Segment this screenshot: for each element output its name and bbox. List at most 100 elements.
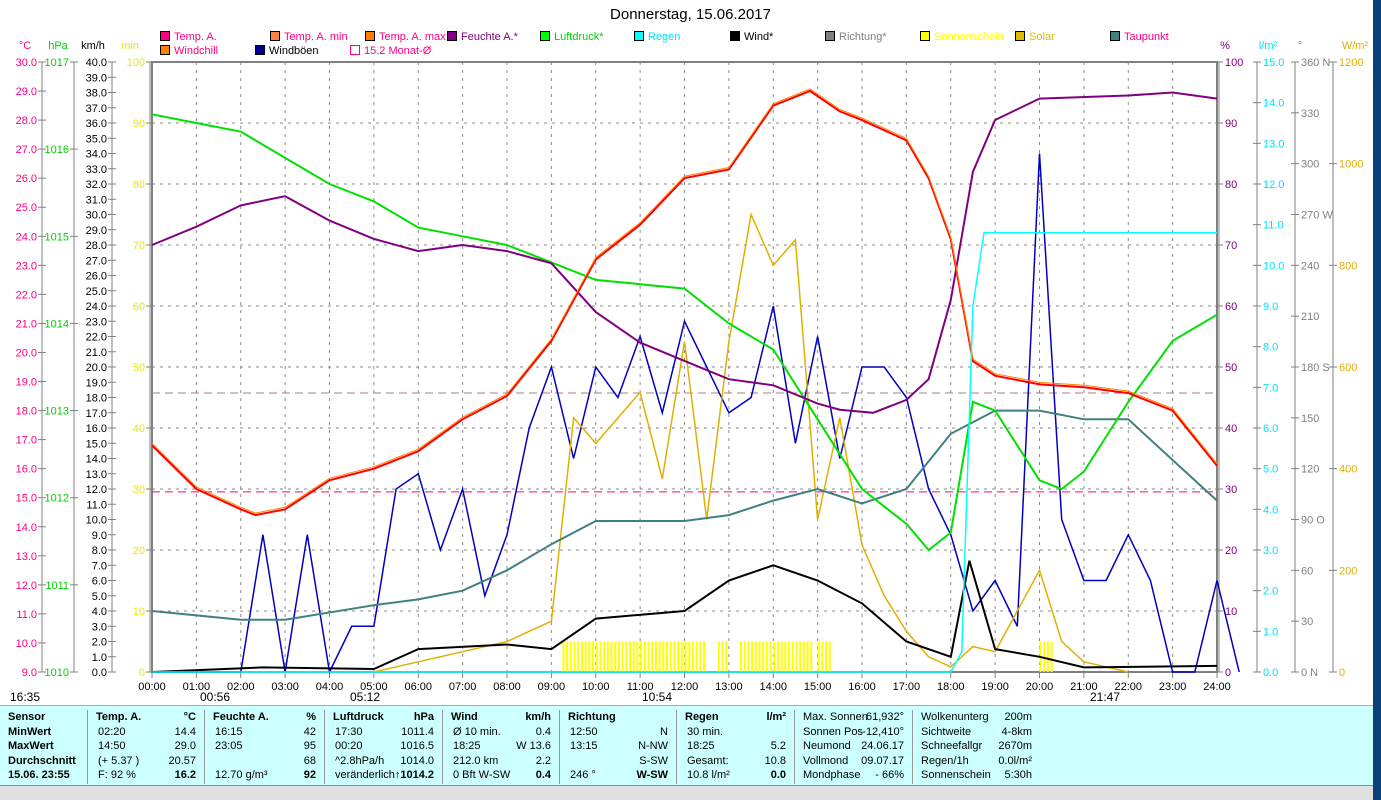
axis-label: 0 — [1339, 667, 1345, 679]
axis-unit: % — [1220, 40, 1230, 52]
sunshine-bar — [640, 641, 643, 672]
sunshine-bar — [717, 641, 720, 672]
sunshine-bar — [802, 641, 805, 672]
sunshine-bar — [799, 641, 802, 672]
table-row: 30 min. — [677, 725, 794, 740]
info-value: - 66% — [875, 769, 904, 782]
axis-unit: km/h — [81, 40, 105, 52]
axis-label: 24.0 — [16, 231, 37, 243]
axis-label: 13.0 — [16, 551, 37, 563]
cell-value: 68 — [303, 754, 316, 767]
axis-label: 60 — [1225, 301, 1237, 313]
row-label: 15.06. 23:55 — [8, 769, 70, 782]
info-row: Neumond 24.06.17 — [795, 739, 912, 754]
axis-label: 12.0 — [16, 580, 37, 592]
sunshine-bar — [725, 641, 728, 672]
axis-label: 32.0 — [86, 179, 107, 191]
weather-chart: 00:00 01:00 02:00 03:00 04:00 05:00 06:00 07:00… — [16, 40, 1369, 693]
cell-value: 0.0 — [770, 769, 786, 782]
axis-label: 8.0 — [1263, 342, 1278, 354]
cell-value: 92 — [303, 769, 316, 782]
header-unit: km/h — [525, 711, 551, 723]
cell-time: 02:20 — [98, 725, 126, 738]
axis-label: 6.0 — [92, 576, 107, 588]
axis-label: 10 — [133, 606, 145, 618]
cell-time: 246 ° — [570, 769, 596, 782]
header-unit: l/m² — [766, 711, 786, 723]
cell-time: 14:50 — [98, 740, 126, 753]
summary-column: Wind km/h Ø 10 min. 0.4 18:25 W 13.6 212.0 km 2… — [443, 710, 560, 784]
axis-label: 600 — [1339, 362, 1357, 374]
axis-label: 9.0 — [22, 667, 37, 679]
axis-label: 0.0 — [92, 667, 107, 679]
column-header: Regen l/m² — [677, 710, 794, 725]
sunshine-bar — [751, 641, 754, 672]
axis-label: 13.0 — [86, 469, 107, 481]
info-label: Vollmond — [803, 754, 849, 767]
table-row: 18:25 W 13.6 — [443, 739, 559, 754]
cell-value: 14.4 — [174, 725, 196, 738]
axis-label: 1014 — [45, 318, 69, 330]
x-tick-label: 14:00 — [759, 681, 787, 693]
table-row: Durchschnitt — [0, 754, 87, 769]
axis-label: 70 — [133, 240, 145, 252]
x-tick-label: 12:00 — [671, 681, 699, 693]
table-row: 68 — [205, 754, 324, 769]
sunshine-bar — [566, 641, 569, 672]
sunshine-bar — [702, 641, 705, 672]
axis-label: 1.0 — [1263, 626, 1278, 638]
sunshine-bar — [651, 641, 654, 672]
cell-time: veränderlich↑ — [335, 769, 401, 782]
axis-label: 300 — [1301, 159, 1319, 171]
table-row: 17:30 1011.4 — [325, 725, 442, 740]
cell-time: 18:25 — [687, 740, 715, 753]
info-value: 24.06.17 — [861, 740, 904, 753]
axis-label: 16.0 — [16, 464, 37, 476]
sunshine-bar — [810, 641, 813, 672]
cell-time: Ø 10 min. — [453, 725, 501, 738]
sunshine-bar — [588, 641, 591, 672]
axis-label: 30.0 — [16, 57, 37, 69]
cell-time: 10.8 l/m² — [687, 769, 730, 782]
table-row: MaxWert — [0, 739, 87, 754]
axis-label: 2.0 — [1263, 586, 1278, 598]
axis-label: 180 S — [1301, 362, 1330, 374]
summary-column-misc: Wolkenunterg 200m Sichtweite 4-8km Schneefal… — [913, 710, 1040, 784]
cell-value: 1016.5 — [400, 740, 434, 753]
sunshine-bar — [603, 641, 606, 672]
x-tick-label: 00:00 — [138, 681, 166, 693]
table-row: 14:50 29.0 — [88, 739, 204, 754]
info-row: Max. Sonnen 61,932° — [795, 710, 912, 725]
info-row: Mondphase - 66% — [795, 768, 912, 783]
axis-label: 80 — [1225, 179, 1237, 191]
axis-label: 15.0 — [86, 438, 107, 450]
axis-label: 39.0 — [86, 72, 107, 84]
sunset-time: 21:47 — [1090, 690, 1121, 704]
x-tick-label: 03:00 — [271, 681, 299, 693]
x-tick-label: 02:00 — [227, 681, 255, 693]
x-tick-label: 08:00 — [493, 681, 521, 693]
column-header: Luftdruck hPa — [325, 710, 442, 725]
axis-label: 17.0 — [86, 408, 107, 420]
axis-label: 22.0 — [86, 332, 107, 344]
axis-label: 35.0 — [86, 133, 107, 145]
axis-label: 15.0 — [1263, 57, 1284, 69]
sunshine-bar — [817, 641, 820, 672]
axis-label: 28.0 — [86, 240, 107, 252]
sunshine-bar — [632, 641, 635, 672]
info-row: Schneefallgr 2670m — [913, 739, 1040, 754]
info-value: -12,410° — [862, 725, 904, 738]
sunshine-bar — [669, 641, 672, 672]
cell-value: 1014.2 — [400, 769, 434, 782]
cell-value: W-SW — [636, 769, 668, 782]
axis-label: 29.0 — [16, 86, 37, 98]
axis-label: 9.0 — [92, 530, 107, 542]
axis-label: 7.0 — [92, 560, 107, 572]
axis-label: 19.0 — [16, 377, 37, 389]
axis-label: 14.0 — [86, 454, 107, 466]
x-tick-label: 19:00 — [981, 681, 1009, 693]
axis-label: 20 — [1225, 545, 1237, 557]
summary-column: Temp. A. °C 02:20 14.4 14:50 29.0 (+ 5.37 ) 20.… — [88, 710, 205, 784]
x-tick-label: 10:00 — [582, 681, 610, 693]
x-tick-label: 24:00 — [1203, 681, 1231, 693]
